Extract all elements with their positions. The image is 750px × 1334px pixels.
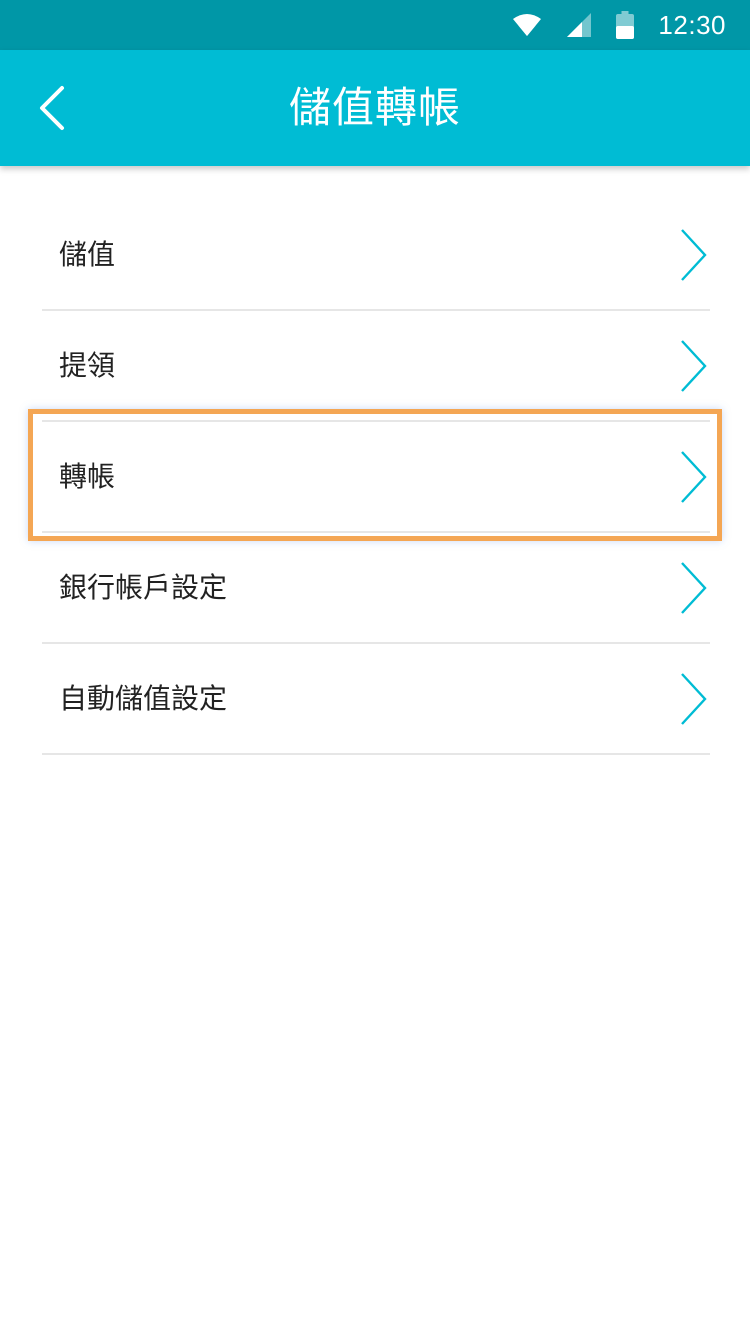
menu-item-withdraw[interactable]: 提領: [42, 311, 710, 422]
menu-item-label: 自動儲值設定: [59, 682, 228, 715]
chevron-right-icon: [681, 229, 707, 281]
status-time: 12:30: [658, 9, 726, 40]
chevron-right-icon: [681, 340, 707, 392]
menu-item-label: 儲值: [59, 238, 116, 271]
menu-item-label: 提領: [59, 349, 116, 382]
chevron-right-icon: [681, 562, 707, 614]
menu-item-transfer[interactable]: 轉帳: [42, 422, 710, 533]
menu-item-auto-deposit-settings[interactable]: 自動儲值設定: [42, 644, 710, 755]
menu-item-label: 轉帳: [59, 460, 116, 493]
page-title: 儲值轉帳: [288, 83, 461, 132]
menu-list: 儲值 提領 轉帳 銀行帳戶設定 自動儲值設定: [42, 200, 710, 755]
battery-icon: [616, 11, 635, 39]
wifi-icon: [513, 14, 542, 36]
menu-item-deposit[interactable]: 儲值: [42, 200, 710, 311]
menu-item-bank-account-settings[interactable]: 銀行帳戶設定: [42, 533, 710, 644]
status-bar: 12:30: [0, 0, 750, 50]
signal-icon: [567, 13, 592, 37]
menu-item-label: 銀行帳戶設定: [59, 571, 228, 604]
chevron-right-icon: [681, 451, 707, 503]
app-bar: 儲值轉帳: [0, 50, 750, 166]
chevron-right-icon: [681, 673, 707, 725]
status-icons: 12:30: [512, 0, 726, 50]
